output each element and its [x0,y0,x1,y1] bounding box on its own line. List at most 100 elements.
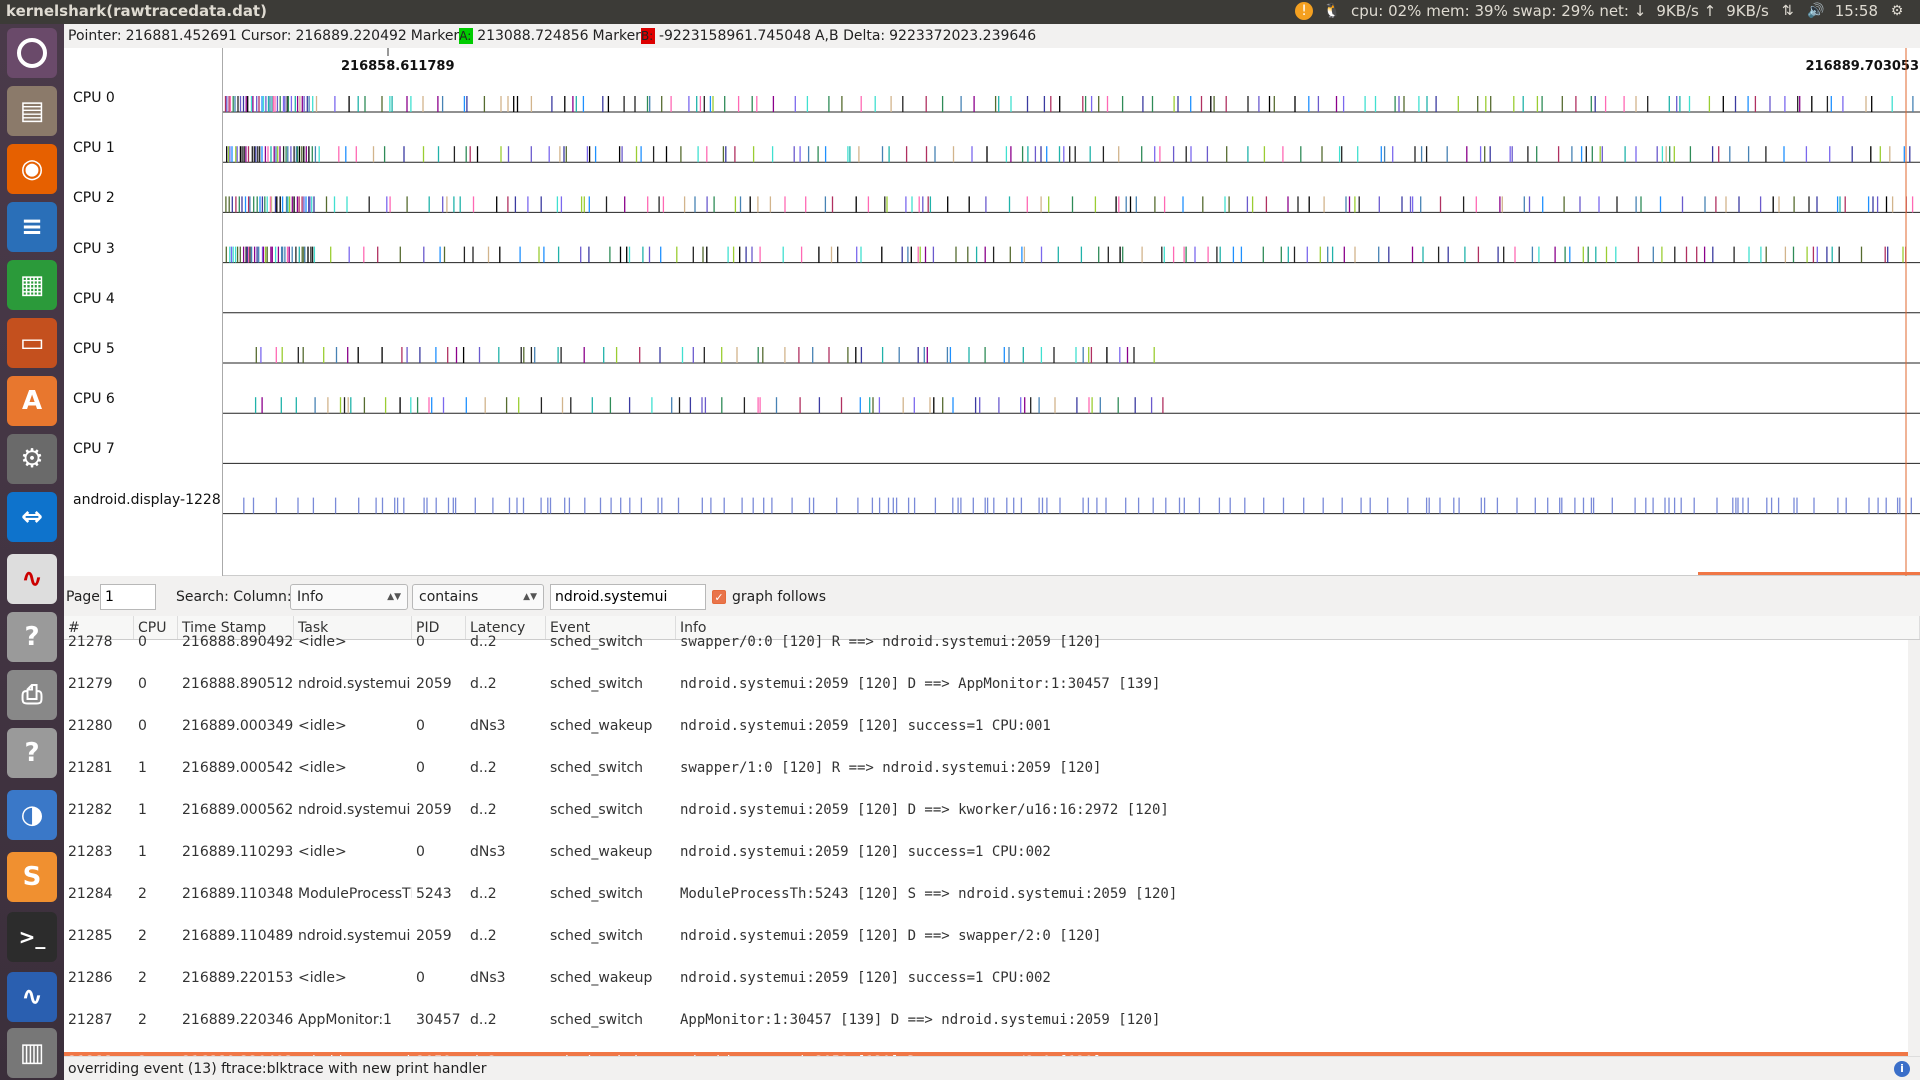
page-spinner[interactable] [100,584,156,610]
kernelshark-window: Pointer: 216881.452691 Cursor: 216889.22… [64,24,1920,1080]
table-row[interactable]: 21284 2 216889.110348 ModuleProcessTh 5243 d.… [64,884,1920,926]
table-row[interactable]: 21282 1 216889.000562 ndroid.systemui 2059 d.… [64,800,1920,842]
firefox-icon[interactable]: ◉ [7,144,57,194]
trace-graph[interactable]: CPU 0 CPU 1 CPU 2 CPU 3 CPU 4 CPU 5 CPU 6 CPU 7… [64,48,1920,576]
graph-row-labels: CPU 0 CPU 1 CPU 2 CPU 3 CPU 4 CPU 5 CPU 6 CPU 7… [64,48,222,576]
table-cell: ModuleProcessTh [298,886,412,902]
marker-a-button[interactable]: A: [459,28,474,44]
graph-row-label[interactable]: CPU 4 [73,291,115,307]
kernelshark-icon[interactable]: ∿ [7,554,57,604]
window-title: kernelshark(rawtracedata.dat) [6,2,267,20]
clock[interactable]: 15:58 [1835,2,1878,20]
table-cell: 0 [138,634,147,650]
table-cell: sched_switch [550,760,644,776]
graph-plot-area[interactable]: 216858.611789 216889.703053 [222,48,1920,576]
terminal-icon[interactable]: >_ [7,912,57,962]
table-cell: 21283 [68,844,113,860]
table-cell: dNs3 [470,844,506,860]
network-icon[interactable]: ⇅ [1779,2,1797,20]
files-icon[interactable]: ▤ [7,86,57,136]
table-row[interactable]: 21285 2 216889.110489 ndroid.systemui 2059 d.… [64,926,1920,968]
delta-value: 9223372023.239646 [889,28,1037,44]
graph-row-label[interactable]: android.display-1228 [73,492,221,508]
volume-icon[interactable]: 🔊 [1807,2,1825,20]
penguin-icon[interactable]: 🐧 [1323,2,1341,20]
table-cell: 0 [138,676,147,692]
printer-icon[interactable]: ⎙ [7,670,57,720]
power-gear-icon[interactable]: ⚙ [1888,2,1906,20]
system-monitor-icon[interactable]: ∿ [7,972,57,1022]
system-monitor-text: cpu: 02% mem: 39% swap: 29% net: ↓ [1351,2,1647,20]
impress-icon[interactable]: ▭ [7,318,57,368]
table-cell: 216889.000349 [182,718,294,734]
graph-row-label[interactable]: CPU 6 [73,391,115,407]
graph-row-label[interactable]: CPU 1 [73,140,115,156]
search-input[interactable] [550,584,706,610]
system-top-panel: kernelshark(rawtracedata.dat) ! 🐧 cpu: 0… [0,0,1920,24]
table-cell: dNs3 [470,718,506,734]
table-cell: d..2 [470,634,497,650]
table-cell: d..2 [470,886,497,902]
search-column-select[interactable]: Info ▲▼ [290,584,408,610]
graph-row-label[interactable]: CPU 3 [73,241,115,257]
graph-row-label[interactable]: CPU 0 [73,90,115,106]
writer-icon[interactable]: ≡ [7,202,57,252]
table-cell: ndroid.systemui:2059 [120] success=1 CPU… [680,718,1051,734]
graph-row-label[interactable]: CPU 5 [73,341,115,357]
table-cell: 216889.000542 [182,760,294,776]
table-cell: ndroid.systemui:2059 [120] success=1 CPU… [680,844,1051,860]
table-cell: d..2 [470,760,497,776]
update-icon[interactable]: ! [1295,2,1313,20]
search-bar: Page Search: Column: Info▲▼ contains▲▼ ✓… [64,576,1920,616]
table-cell: 216888.890492 [182,634,294,650]
table-row[interactable]: 21281 1 216889.000542 <idle> 0 d..2 sched_swit… [64,758,1920,800]
settings-icon[interactable]: ⚙ [7,434,57,484]
search-operator-select[interactable]: contains ▲▼ [412,584,544,610]
disk-tool-icon[interactable]: ◑ [7,790,57,840]
table-cell: 0 [416,718,425,734]
table-row[interactable]: 21286 2 216889.220153 <idle> 0 dNs3 sched_wake… [64,968,1920,1010]
table-cell: d..2 [470,802,497,818]
page-label: Page [66,589,100,605]
unknown-app-icon[interactable]: ? [7,612,57,662]
table-cell: 21282 [68,802,113,818]
trash-icon[interactable]: ▥ [7,1028,57,1078]
table-cell: ModuleProcessTh:5243 [120] S ==> ndroid.… [680,886,1178,902]
table-cell: 216889.000562 [182,802,294,818]
software-center-icon[interactable]: A [7,376,57,426]
table-cell: ndroid.systemui [298,928,411,944]
table-cell: sched_switch [550,676,644,692]
table-cell: 30457 [416,1012,461,1028]
table-cell: 0 [138,718,147,734]
table-cell: sched_switch [550,802,644,818]
table-cell: 2 [138,886,147,902]
table-scrollbar[interactable] [1908,640,1920,1056]
ubuntu-dash-icon[interactable] [7,28,57,78]
table-cell: 2 [138,970,147,986]
table-cell: 21280 [68,718,113,734]
graph-follows-checkbox[interactable]: ✓ [712,590,726,604]
table-row[interactable]: 21287 2 216889.220346 AppMonitor:1 30457 d..2… [64,1010,1920,1052]
table-row[interactable]: 21279 0 216888.890512 ndroid.systemui 2059 d.… [64,674,1920,716]
graph-scroll-thumb[interactable] [1698,572,1920,575]
info-icon[interactable]: i [1894,1061,1910,1077]
table-cell: sched_wakeup [550,970,653,986]
table-cell: 1 [138,760,147,776]
table-row[interactable]: 21280 0 216889.000349 <idle> 0 dNs3 sched_wake… [64,716,1920,758]
graph-row-label[interactable]: CPU 7 [73,441,115,457]
net-up-text: 9KB/s [1726,2,1769,20]
graph-row-label[interactable]: CPU 2 [73,190,115,206]
table-cell: 2 [138,1012,147,1028]
marker-b-button[interactable]: B: [640,28,655,44]
table-row[interactable]: 21278 0 216888.890492 <idle> 0 d..2 sched_swit… [64,632,1920,674]
table-cell: <idle> [298,718,347,734]
chevron-updown-icon: ▲▼ [523,592,537,602]
calc-icon[interactable]: ▦ [7,260,57,310]
table-cell: sched_switch [550,928,644,944]
teamviewer-icon[interactable]: ⇔ [7,492,57,542]
table-row[interactable]: 21283 1 216889.110293 <idle> 0 dNs3 sched_wake… [64,842,1920,884]
sublime-icon[interactable]: S [7,852,57,902]
table-cell: 5243 [416,886,452,902]
table-cell: d..2 [470,1012,497,1028]
unknown-app-icon-2[interactable]: ? [7,728,57,778]
